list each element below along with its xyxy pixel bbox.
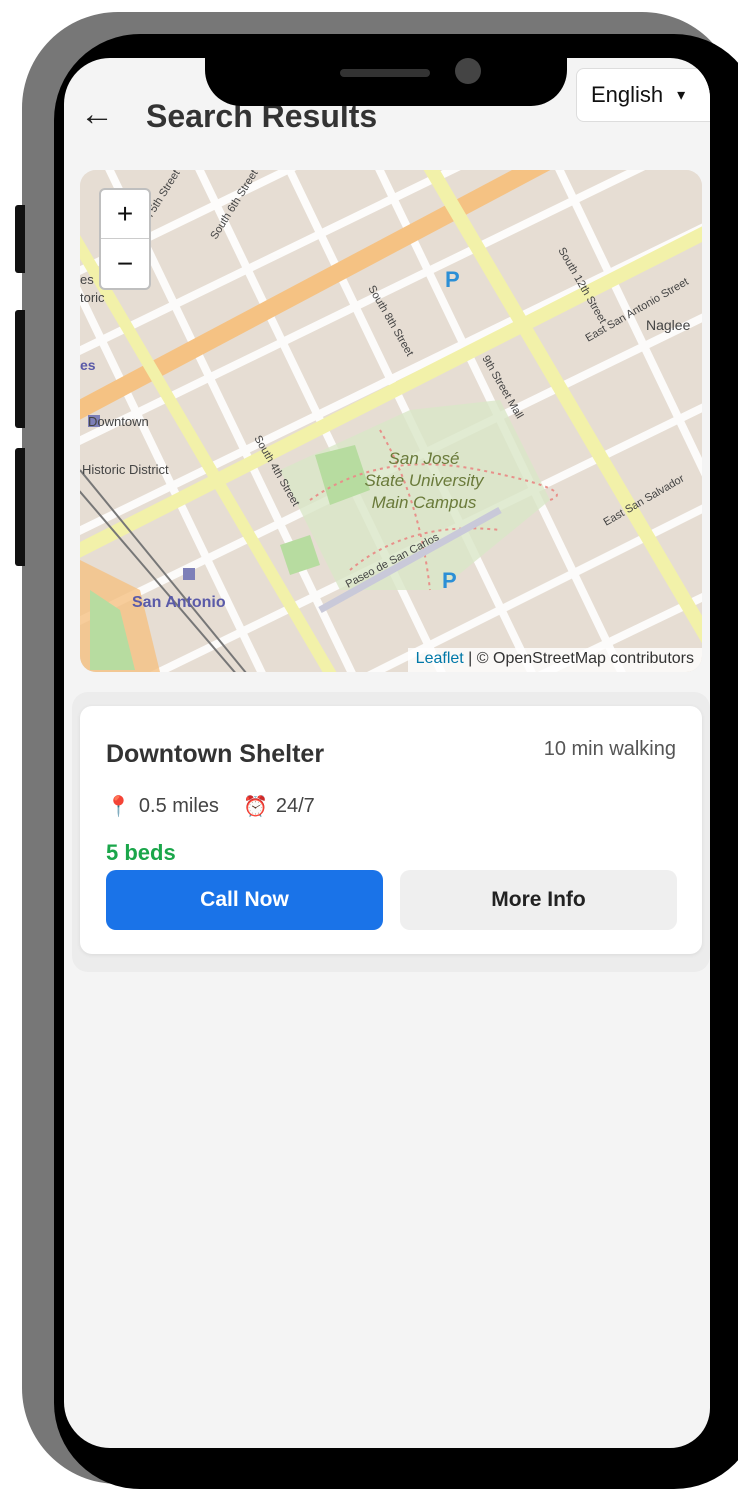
map-label: es <box>80 357 96 373</box>
side-button <box>15 205 25 273</box>
map-label: State University <box>364 471 485 490</box>
volume-up-button <box>15 310 25 428</box>
hours: 24/7 <box>275 795 315 817</box>
shelter-name: Downtown Shelter <box>106 740 325 768</box>
more-info-button[interactable]: More Info <box>400 870 677 930</box>
volume-down-button <box>15 448 25 566</box>
shelter-meta: 📍 0.5 miles ⏰ 24/7 <box>106 794 315 819</box>
map-label: Naglee <box>646 317 691 333</box>
call-now-button[interactable]: Call Now <box>106 870 383 930</box>
map-label: Historic District <box>82 462 169 477</box>
language-select[interactable]: English ▾ <box>576 68 710 122</box>
camera <box>455 58 481 84</box>
phone-notch <box>205 38 567 106</box>
map-label: San Antonio <box>132 594 226 611</box>
map-tiles: P P South 5th Street South 6th Street So… <box>80 170 702 672</box>
language-value: English <box>591 82 664 107</box>
zoom-control: + − <box>99 188 151 290</box>
map-label: Downtown <box>88 414 149 429</box>
distance: 0.5 miles <box>138 795 219 817</box>
parking-label: P <box>445 267 460 292</box>
back-arrow-icon[interactable]: ← <box>80 94 114 134</box>
beds-available: 5 beds <box>106 840 176 865</box>
shelter-card: Downtown Shelter 10 min walking 📍 0.5 mi… <box>80 706 702 954</box>
attribution-text: | © OpenStreetMap contributors <box>463 650 694 667</box>
chevron-down-icon: ▾ <box>677 87 686 104</box>
zoom-in-button[interactable]: + <box>101 190 149 239</box>
alarm-clock-icon: ⏰ <box>242 796 268 818</box>
speaker <box>340 69 430 77</box>
map[interactable]: P P South 5th Street South 6th Street So… <box>80 170 702 672</box>
map-label: toric <box>80 290 105 305</box>
pin-icon: 📍 <box>106 796 131 818</box>
leaflet-link[interactable]: Leaflet <box>416 650 464 667</box>
map-label: Main Campus <box>372 493 477 512</box>
zoom-out-button[interactable]: − <box>101 239 149 288</box>
map-attribution: Leaflet | © OpenStreetMap contributors <box>407 648 702 672</box>
app-screen: ← Search Results English ▾ P P South 5th… <box>64 58 710 1448</box>
map-label: es <box>80 272 94 287</box>
walking-time: 10 min walking <box>543 738 676 760</box>
map-label: San José <box>389 449 460 468</box>
parking-label: P <box>442 568 457 593</box>
